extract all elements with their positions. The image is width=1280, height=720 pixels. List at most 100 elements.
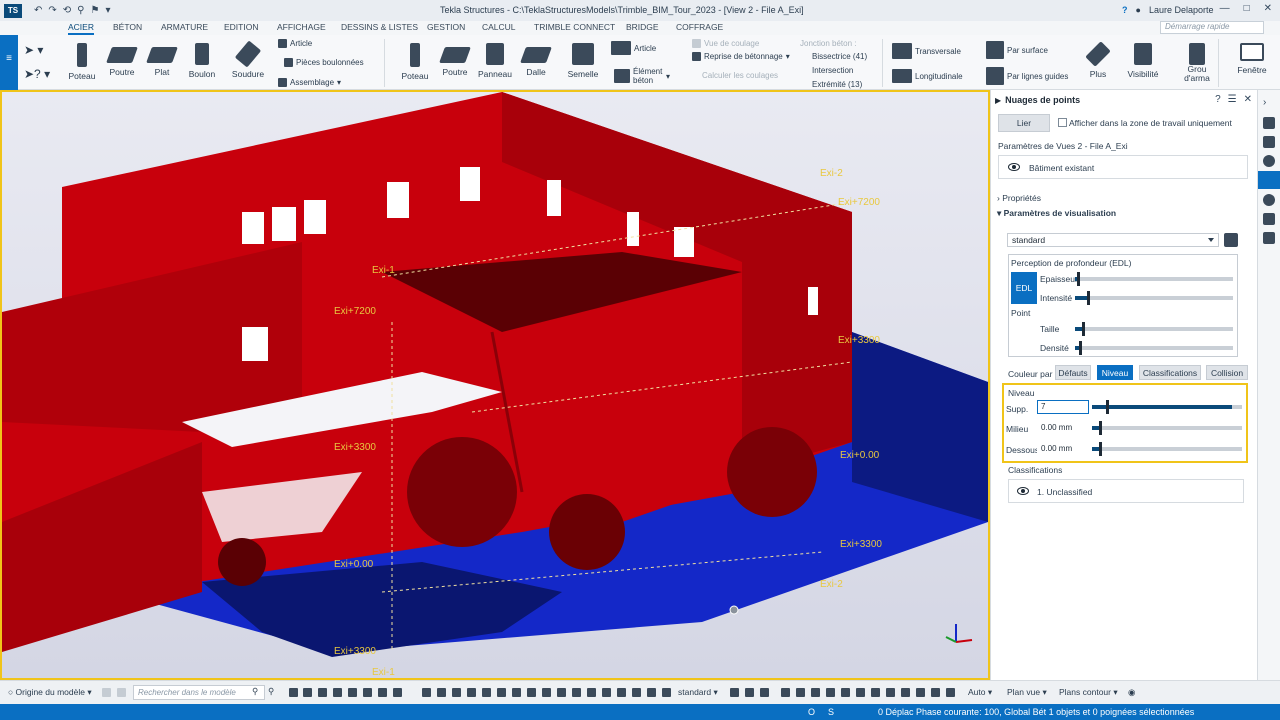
properties-toggle[interactable]: › Propriétés <box>997 193 1041 203</box>
tab-armature[interactable]: ARMATURE <box>161 22 208 32</box>
side-menu-toggle[interactable]: ≡ <box>0 35 18 90</box>
level-bottom-input[interactable]: 0.00 mm <box>1037 442 1089 456</box>
help-tool-icon[interactable]: ➤? ▾ <box>24 67 50 81</box>
snap-icon[interactable] <box>117 688 126 697</box>
eye-icon[interactable] <box>760 688 769 697</box>
select-icon[interactable] <box>333 688 342 697</box>
preset-dropdown[interactable]: standard <box>1007 233 1219 247</box>
pour-break-button[interactable]: Reprise de bétonnage ▾ <box>692 52 790 61</box>
snap-icon[interactable] <box>452 688 461 697</box>
level-bottom-slider[interactable] <box>1092 442 1242 456</box>
select-icon[interactable] <box>393 688 402 697</box>
longitudinal-rebar-button[interactable]: Longitudinale <box>892 69 963 83</box>
level-middle-slider[interactable] <box>1092 421 1242 435</box>
view-icon[interactable] <box>811 688 820 697</box>
close-icon[interactable]: ✕ <box>1244 94 1252 105</box>
concrete-beam-button[interactable]: Poutre <box>433 41 477 87</box>
tab-acier[interactable]: ACIER <box>68 22 94 35</box>
edl-thickness-slider[interactable] <box>1075 272 1233 286</box>
view-icon[interactable] <box>856 688 865 697</box>
user-name[interactable]: Laure Delaporte <box>1149 5 1214 15</box>
flag-icon[interactable]: ⚑ <box>91 5 100 16</box>
view-icon[interactable] <box>826 688 835 697</box>
tab-edition[interactable]: EDITION <box>224 22 258 32</box>
steel-column-button[interactable]: Poteau <box>60 41 104 87</box>
snap-icon[interactable] <box>647 688 656 697</box>
snap-icon[interactable] <box>557 688 566 697</box>
view-plane-dropdown[interactable]: Plan vue ▾ <box>1007 687 1047 698</box>
tab-calcul[interactable]: CALCUL <box>482 22 516 32</box>
concrete-element-button[interactable]: Élément béton ▾ <box>614 67 670 85</box>
point-size-slider[interactable] <box>1075 322 1233 336</box>
steel-beam-button[interactable]: Poutre <box>100 41 144 87</box>
snap-icon[interactable] <box>572 688 581 697</box>
visibility-eye-icon[interactable]: ◉ <box>1128 687 1135 698</box>
tab-gestion[interactable]: GESTION <box>427 22 465 32</box>
slider-knob[interactable] <box>1099 442 1102 456</box>
snap-icon[interactable] <box>422 688 431 697</box>
intersection-joint-button[interactable]: Intersection <box>812 66 853 75</box>
point-density-slider[interactable] <box>1075 341 1233 355</box>
cube-icon[interactable] <box>1263 213 1275 225</box>
select-icon[interactable] <box>303 688 312 697</box>
help-icon[interactable]: ? <box>1215 94 1221 105</box>
panel-button[interactable]: Panneau <box>473 41 517 87</box>
close-icon[interactable]: ✕ <box>1264 3 1272 14</box>
concrete-column-button[interactable]: Poteau <box>393 41 437 87</box>
refresh-icon[interactable]: ⟲ <box>63 5 71 16</box>
tab-dessins-listes[interactable]: DESSINS & LISTES <box>341 22 418 32</box>
color-by-defaults-button[interactable]: Défauts <box>1055 365 1091 380</box>
point-cloud-icon[interactable] <box>1258 171 1280 189</box>
save-preset-icon[interactable] <box>1224 233 1238 247</box>
undo-icon[interactable]: ↶ <box>34 5 42 16</box>
expand-arrow-icon[interactable]: › <box>1263 97 1275 109</box>
transverse-rebar-button[interactable]: Transversale <box>892 43 961 59</box>
snap-icon[interactable] <box>467 688 476 697</box>
search-icon[interactable]: ⚲ <box>77 5 84 16</box>
steel-plate-button[interactable]: Plat <box>140 41 184 87</box>
view-preset-dropdown[interactable]: standard ▾ <box>678 687 718 698</box>
snap-icon[interactable] <box>602 688 611 697</box>
level-top-slider[interactable] <box>1092 400 1242 414</box>
snap-indicator[interactable]: S <box>828 707 834 717</box>
edl-toggle-button[interactable]: EDL <box>1011 272 1037 304</box>
filter-icon[interactable] <box>745 688 754 697</box>
more-button[interactable]: Plus <box>1076 41 1120 87</box>
view-icon[interactable] <box>946 688 955 697</box>
slider-knob[interactable] <box>1082 322 1085 336</box>
minimize-icon[interactable]: — <box>1220 3 1230 14</box>
snap-icon[interactable] <box>617 688 626 697</box>
view-icon[interactable] <box>886 688 895 697</box>
color-by-level-button[interactable]: Niveau <box>1097 365 1133 380</box>
select-icon[interactable] <box>363 688 372 697</box>
hat-icon[interactable] <box>1263 136 1275 148</box>
snap-icon[interactable] <box>437 688 446 697</box>
select-icon[interactable] <box>348 688 357 697</box>
quick-launch-input[interactable]: Démarrage rapide <box>1160 21 1264 34</box>
pour-view-button[interactable]: Vue de coulage <box>692 39 759 48</box>
view-icon[interactable] <box>916 688 925 697</box>
eye-icon[interactable] <box>1008 163 1020 171</box>
tab-affichage[interactable]: AFFICHAGE <box>277 22 326 32</box>
tab-trimble-connect[interactable]: TRIMBLE CONNECT <box>534 22 615 32</box>
weld-button[interactable]: Soudure <box>226 40 270 87</box>
visibility-button[interactable]: Visibilité <box>1121 41 1165 87</box>
footing-button[interactable]: Semelle <box>561 41 605 87</box>
level-top-input[interactable]: 7 <box>1037 400 1089 414</box>
slider-knob[interactable] <box>1077 272 1080 286</box>
calculate-pours-button[interactable]: Calculer les coulages <box>702 71 778 80</box>
list-icon[interactable]: ☰ <box>1228 94 1237 105</box>
snap-icon[interactable] <box>587 688 596 697</box>
classification-item[interactable]: 1. Unclassified <box>1008 479 1244 503</box>
eye-icon[interactable] <box>1017 487 1029 495</box>
snap-icon[interactable] <box>632 688 641 697</box>
tab-beton[interactable]: BÉTON <box>113 22 142 32</box>
snap-icon[interactable] <box>102 688 111 697</box>
user-icon[interactable]: ● <box>1136 5 1141 15</box>
model-search-input[interactable]: Rechercher dans le modèle <box>133 685 265 700</box>
view-icon[interactable] <box>931 688 940 697</box>
model-origin-dropdown[interactable]: ○ Origine du modèle ▾ <box>8 687 92 698</box>
steel-article-button[interactable]: Article <box>278 39 312 48</box>
slab-button[interactable]: Dalle <box>514 41 558 87</box>
slider-knob[interactable] <box>1087 291 1090 305</box>
